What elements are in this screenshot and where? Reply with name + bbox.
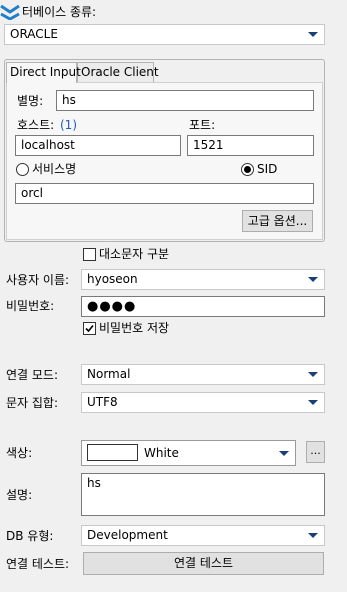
test-connection-button[interactable]: 연결 테스트: [83, 552, 324, 575]
color-label: 색상:: [6, 446, 33, 460]
password-label: 비밀번호:: [6, 299, 55, 313]
test-connection-label: 연결 테스트:: [6, 557, 70, 571]
alias-input[interactable]: hs: [56, 90, 314, 111]
chevron-down-icon: [308, 533, 318, 538]
service-name-radio[interactable]: [16, 163, 29, 176]
conn-mode-label: 연결 모드:: [6, 368, 59, 382]
color-select[interactable]: White: [81, 440, 296, 466]
conn-mode-value: Normal: [87, 367, 131, 381]
chevron-down-icon: [279, 451, 289, 456]
port-input[interactable]: 1521: [187, 135, 314, 156]
description-label: 설명:: [6, 488, 33, 502]
username-label: 사용자 이름:: [6, 273, 70, 287]
service-name-label: 서비스명: [32, 162, 77, 176]
password-input[interactable]: ●●●●: [81, 296, 325, 317]
host-input[interactable]: localhost: [15, 135, 181, 156]
db-type-label: 터베이스 종류:: [22, 5, 97, 19]
username-select[interactable]: hyoseon: [81, 269, 325, 290]
charset-label: 문자 집합:: [6, 396, 59, 410]
color-value: White: [144, 446, 179, 460]
case-sensitive-label: 대소문자 구분: [99, 247, 170, 261]
charset-select[interactable]: UTF8: [81, 392, 325, 413]
tab-direct-input[interactable]: Direct Input: [6, 62, 81, 83]
db-purpose-select[interactable]: Development: [81, 525, 325, 546]
checkmark-icon: [85, 324, 94, 333]
save-password-label: 비밀번호 저장: [99, 321, 170, 335]
description-textarea[interactable]: hs: [81, 473, 325, 516]
tab-oracle-client[interactable]: Oracle Client: [77, 62, 159, 82]
db-purpose-label: DB 유형:: [6, 529, 54, 543]
username-value: hyoseon: [87, 272, 138, 286]
sid-label: SID: [257, 162, 278, 176]
conn-mode-select[interactable]: Normal: [81, 364, 325, 385]
db-type-select[interactable]: ORACLE: [4, 24, 325, 45]
port-label: 포트:: [189, 118, 216, 132]
save-password-checkbox[interactable]: [83, 322, 96, 335]
sid-input[interactable]: orcl: [15, 183, 314, 204]
app-logo-icon: [0, 2, 20, 21]
chevron-down-icon: [308, 400, 318, 405]
chevron-down-icon: [308, 277, 318, 282]
charset-value: UTF8: [87, 395, 118, 409]
sid-radio[interactable]: [241, 163, 254, 176]
host-label: 호스트: (1): [17, 118, 77, 132]
advanced-options-button[interactable]: 고급 옵션...: [242, 210, 313, 232]
alias-label: 별명:: [17, 94, 44, 108]
chevron-down-icon: [308, 32, 318, 37]
case-sensitive-checkbox[interactable]: [83, 248, 96, 261]
color-more-button[interactable]: ...: [306, 441, 325, 463]
host-count[interactable]: (1): [60, 118, 77, 132]
host-label-text: 호스트:: [17, 118, 55, 132]
chevron-down-icon: [308, 372, 318, 377]
db-purpose-value: Development: [87, 528, 168, 542]
color-swatch: [87, 444, 138, 461]
db-type-value: ORACLE: [10, 27, 58, 41]
